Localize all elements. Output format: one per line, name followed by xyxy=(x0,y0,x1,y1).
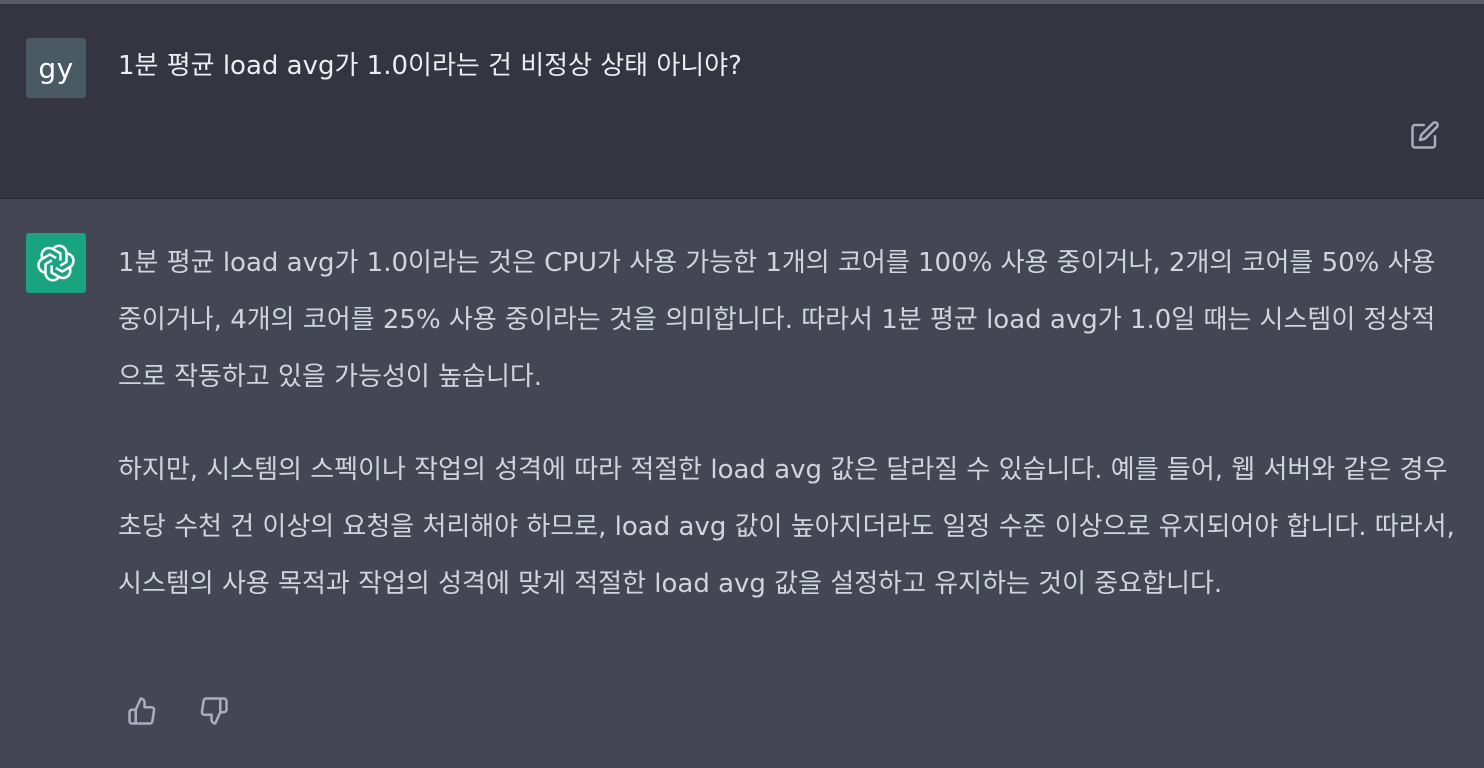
user-avatar: gy xyxy=(26,38,86,98)
answer-paragraph-2: 하지만, 시스템의 스펙이나 작업의 성격에 따라 적절한 load avg 값… xyxy=(118,455,1455,599)
assistant-message-row: 1분 평균 load avg가 1.0이라는 것은 CPU가 사용 가능한 1개… xyxy=(0,199,1484,768)
thumbs-up-icon xyxy=(128,697,156,725)
thumbs-down-icon xyxy=(200,697,228,725)
thumbs-up-button[interactable] xyxy=(124,693,160,729)
user-avatar-initials: gy xyxy=(38,51,74,85)
user-message-text: 1분 평균 load avg가 1.0이라는 건 비정상 상태 아니야? xyxy=(118,51,742,81)
assistant-message-text: 1분 평균 load avg가 1.0이라는 것은 CPU가 사용 가능한 1개… xyxy=(118,235,1458,649)
edit-icon xyxy=(1411,121,1439,149)
thumbs-down-button[interactable] xyxy=(196,693,232,729)
answer-paragraph-1: 1분 평균 load avg가 1.0이라는 것은 CPU가 사용 가능한 1개… xyxy=(118,248,1436,392)
assistant-avatar xyxy=(26,233,86,293)
openai-logo-icon xyxy=(37,244,75,282)
edit-message-button[interactable] xyxy=(1408,118,1442,152)
user-message-row: gy 1분 평균 load avg가 1.0이라는 건 비정상 상태 아니야? xyxy=(0,4,1484,199)
